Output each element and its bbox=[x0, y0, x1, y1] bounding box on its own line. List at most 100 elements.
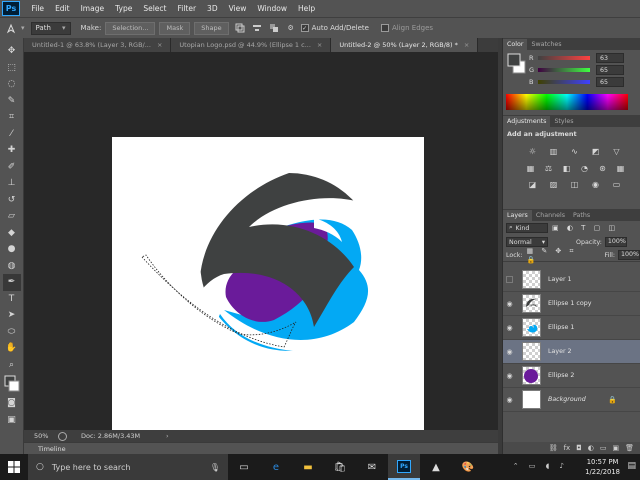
pen-tool-preset-icon[interactable] bbox=[4, 22, 18, 35]
layer-name[interactable]: Layer 1 bbox=[548, 276, 572, 283]
menu-filter[interactable]: Filter bbox=[172, 4, 202, 13]
visibility-toggle[interactable] bbox=[506, 276, 513, 283]
layer-name[interactable]: Ellipse 1 bbox=[548, 324, 574, 331]
levels-icon[interactable]: ▥ bbox=[545, 145, 562, 157]
tab-paths[interactable]: Paths bbox=[569, 210, 594, 221]
black-white-icon[interactable]: ◧ bbox=[559, 162, 574, 174]
layer-name[interactable]: Background bbox=[548, 396, 608, 403]
timeline-label[interactable]: Timeline bbox=[38, 445, 66, 453]
layer-row-background[interactable]: ◉ Background 🔒 bbox=[503, 388, 640, 412]
canvas-area[interactable] bbox=[24, 52, 498, 449]
green-channel-slider[interactable]: G 65 bbox=[529, 64, 640, 76]
adjustment-layer-icon[interactable]: ◐ bbox=[588, 444, 594, 452]
status-info-icon[interactable] bbox=[58, 431, 67, 441]
edge-icon[interactable]: e bbox=[260, 454, 292, 480]
layer-row-layer-1[interactable]: Layer 1 bbox=[503, 268, 640, 292]
quick-select-tool-icon[interactable]: ✎ bbox=[3, 93, 21, 110]
color-lookup-icon[interactable]: ▦ bbox=[613, 162, 628, 174]
menu-image[interactable]: Image bbox=[75, 4, 110, 13]
tab-color[interactable]: Color bbox=[503, 39, 528, 50]
layer-style-icon[interactable]: fx bbox=[564, 444, 571, 452]
green-value-field[interactable]: 65 bbox=[596, 65, 624, 75]
menu-edit[interactable]: Edit bbox=[50, 4, 76, 13]
eyedropper-tool-icon[interactable]: ⁄ bbox=[3, 126, 21, 143]
add-mask-icon[interactable]: ◘ bbox=[576, 444, 582, 452]
layer-name[interactable]: Ellipse 2 bbox=[548, 372, 574, 379]
group-icon[interactable]: ▭ bbox=[600, 444, 607, 452]
blue-slider-track[interactable] bbox=[538, 80, 590, 84]
quick-mask-icon[interactable]: ◙ bbox=[3, 395, 21, 412]
taskbar-search-box[interactable]: ○ Type here to search 🎙 bbox=[28, 454, 228, 480]
mail-icon[interactable]: ✉ bbox=[356, 454, 388, 480]
curves-icon[interactable]: ∿ bbox=[566, 145, 583, 157]
notifications-icon[interactable]: ▤ bbox=[627, 461, 636, 471]
fg-bg-color-icon[interactable] bbox=[507, 53, 527, 75]
photo-filter-icon[interactable]: ◔ bbox=[577, 162, 592, 174]
layer-name[interactable]: Layer 2 bbox=[548, 348, 572, 355]
paint-bucket-tool-icon[interactable]: ◆ bbox=[3, 225, 21, 242]
menu-type[interactable]: Type bbox=[110, 4, 138, 13]
gradient-map-icon[interactable]: ▭ bbox=[608, 178, 625, 190]
color-swatches-icon[interactable] bbox=[3, 373, 21, 395]
red-channel-slider[interactable]: R 63 bbox=[529, 52, 640, 64]
store-icon[interactable]: 🛍 bbox=[324, 454, 356, 480]
hand-tool-icon[interactable]: ✋ bbox=[3, 340, 21, 357]
crop-tool-icon[interactable]: ⌗ bbox=[3, 109, 21, 126]
menu-3d[interactable]: 3D bbox=[202, 4, 224, 13]
zoom-tool-icon[interactable]: ⌕ bbox=[3, 357, 21, 374]
lock-icons[interactable]: ▦ ✎ ✥ ⌗ 🔒 bbox=[526, 247, 590, 264]
red-slider-track[interactable] bbox=[538, 56, 590, 60]
link-layers-icon[interactable]: ⛓ bbox=[549, 444, 558, 452]
microphone-icon[interactable]: 🎙 bbox=[210, 463, 220, 472]
eye-icon[interactable]: ◉ bbox=[503, 300, 516, 308]
auto-add-delete-checkbox[interactable]: ✓ bbox=[300, 24, 309, 32]
blue-value-field[interactable]: 65 bbox=[596, 77, 624, 87]
menu-help[interactable]: Help bbox=[292, 4, 320, 13]
new-layer-icon[interactable]: ▣ bbox=[612, 444, 619, 452]
clock[interactable]: 10:57 PM 1/22/2018 bbox=[585, 457, 620, 477]
red-value-field[interactable]: 63 bbox=[596, 53, 624, 63]
artwork[interactable] bbox=[24, 52, 498, 430]
layer-kind-filter[interactable]: ⌕ Kind bbox=[506, 223, 548, 233]
marquee-tool-icon[interactable]: ⬚ bbox=[3, 60, 21, 77]
threshold-icon[interactable]: ◫ bbox=[566, 178, 583, 190]
vibrance-icon[interactable]: ▽ bbox=[608, 145, 625, 157]
history-brush-tool-icon[interactable]: ↺ bbox=[3, 192, 21, 209]
paint-icon[interactable]: 🎨 bbox=[452, 454, 484, 480]
tab-swatches[interactable]: Swatches bbox=[527, 39, 565, 50]
tab-untitled-2[interactable]: Untitled-2 @ 50% (Layer 2, RGB/8) * × bbox=[331, 38, 479, 52]
layer-name[interactable]: Ellipse 1 copy bbox=[548, 300, 591, 307]
path-selection-tool-icon[interactable]: ➤ bbox=[3, 307, 21, 324]
task-view-icon[interactable]: ▭ bbox=[228, 454, 260, 480]
photos-icon[interactable]: ▲ bbox=[420, 454, 452, 480]
clone-stamp-tool-icon[interactable]: ⊥ bbox=[3, 175, 21, 192]
tool-preset-chevron-icon[interactable]: ▾ bbox=[21, 24, 25, 32]
make-shape-button[interactable]: Shape bbox=[194, 21, 229, 35]
layer-row-ellipse-2[interactable]: ◉ Ellipse 2 bbox=[503, 364, 640, 388]
layer-filter-icons[interactable]: ▣ ◐ T ▢ ◫ bbox=[552, 224, 618, 232]
channel-mixer-icon[interactable]: ⊛ bbox=[595, 162, 610, 174]
eye-icon[interactable]: ◉ bbox=[503, 348, 516, 356]
close-icon[interactable]: × bbox=[317, 41, 322, 49]
path-alignment-icon[interactable] bbox=[250, 22, 264, 35]
windows-start-icon[interactable] bbox=[0, 454, 28, 480]
menu-select[interactable]: Select bbox=[138, 4, 172, 13]
color-balance-icon[interactable]: ⚖ bbox=[541, 162, 556, 174]
eye-icon[interactable]: ◉ bbox=[503, 372, 516, 380]
gear-icon[interactable]: ⚙ bbox=[284, 22, 298, 35]
status-menu-arrow[interactable]: › bbox=[166, 432, 169, 440]
make-mask-button[interactable]: Mask bbox=[159, 21, 191, 35]
close-icon[interactable]: × bbox=[157, 41, 162, 49]
photoshop-icon[interactable]: Ps bbox=[388, 454, 420, 480]
tab-utopian-logo[interactable]: Utopian Logo.psd @ 44.9% (Ellipse 1 c...… bbox=[171, 38, 332, 52]
trash-icon[interactable]: 🗑 bbox=[625, 444, 634, 452]
tab-layers[interactable]: Layers bbox=[503, 210, 532, 221]
close-icon[interactable]: × bbox=[464, 41, 469, 49]
path-arrangement-icon[interactable] bbox=[267, 22, 281, 35]
tab-adjustments[interactable]: Adjustments bbox=[503, 116, 551, 127]
blue-channel-slider[interactable]: B 65 bbox=[529, 76, 640, 88]
menu-window[interactable]: Window bbox=[252, 4, 293, 13]
opacity-field[interactable]: 100% bbox=[604, 237, 627, 247]
type-tool-icon[interactable]: T bbox=[3, 291, 21, 308]
make-selection-button[interactable]: Selection... bbox=[105, 21, 156, 35]
